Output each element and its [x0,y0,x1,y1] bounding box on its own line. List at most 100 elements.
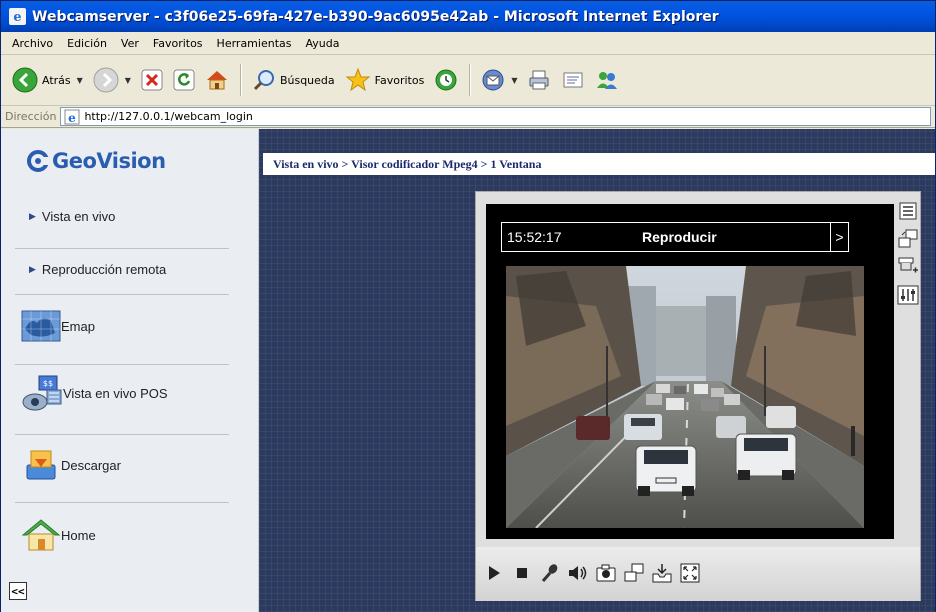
history-button[interactable] [431,63,461,97]
window-switch-button[interactable] [622,561,646,585]
microphone-button[interactable] [538,561,562,585]
collapse-sidebar-button[interactable]: << [9,582,27,600]
osd-bar: 15:52:17 Reproducir > [501,222,849,252]
page-icon: e [64,109,80,125]
menu-edicion[interactable]: Edición [60,37,114,50]
stop-button[interactable] [510,561,534,585]
ptz-camera-icon [898,257,918,273]
menu-favoritos[interactable]: Favoritos [146,37,210,50]
sidebar-item-home[interactable]: Home [21,517,96,553]
sidebar-item-vista-en-vivo-pos[interactable]: $$ Vista en vivo POS [21,374,168,412]
menu-ver[interactable]: Ver [114,37,146,50]
forward-dropdown-icon[interactable]: ▼ [125,76,131,85]
history-icon [435,69,457,91]
geovision-logo-icon [27,150,49,172]
menu-ayuda[interactable]: Ayuda [298,37,346,50]
list-view-button[interactable] [897,200,919,222]
sidebar-divider [15,434,229,435]
refresh-icon [173,69,195,91]
window-switch-icon [624,563,644,582]
fullscreen-button[interactable] [678,561,702,585]
sidebar-item-label: Descargar [61,457,121,473]
address-label: Dirección [5,110,57,123]
favorites-button[interactable]: Favoritos [342,63,428,97]
home-icon [206,71,227,90]
download-icon [26,450,56,480]
logo-text: GeoVision [52,149,166,173]
sidebar-item-label: Emap [61,318,95,334]
toolbar-separator [469,64,471,96]
address-bar: Dirección e http://127.0.0.1/webcam_logi… [1,106,935,128]
screen-frame: 15:52:17 Reproducir > [486,204,894,539]
triangle-right-icon: ▶ [29,264,36,274]
svg-text:e: e [69,111,77,125]
messenger-button[interactable] [592,63,622,97]
play-button[interactable] [482,561,506,585]
sidebar-item-emap[interactable]: Emap [21,309,95,343]
sidebar: GeoVision ▶ Vista en vivo ▶ Reproducción… [1,129,259,612]
mail-dropdown-icon[interactable]: ▼ [511,76,517,85]
forward-button[interactable]: ▼ [90,63,134,97]
sidebar-divider [15,502,229,503]
svg-text:e: e [13,10,21,25]
breadcrumb: Vista en vivo > Visor codificador Mpeg4 … [273,156,542,171]
io-control-button[interactable] [897,284,919,306]
svg-text:$$: $$ [43,379,53,388]
sidebar-divider [15,294,229,295]
star-icon [345,67,371,92]
messenger-icon [597,72,618,89]
edit-button[interactable] [558,63,588,97]
window-title: Webcamserver - c3f06e25-69fa-427e-b390-9… [32,8,719,25]
breadcrumb-bar: Vista en vivo > Visor codificador Mpeg4 … [263,153,935,175]
mail-button[interactable]: ▼ [478,63,520,97]
live-video-frame [506,266,864,528]
pos-icon: $$ [22,375,62,411]
microphone-icon [541,564,558,582]
menu-archivo[interactable]: Archivo [5,37,60,50]
favorites-label: Favoritos [374,73,425,87]
web-content: GeoVision ▶ Vista en vivo ▶ Reproducción… [1,129,935,612]
stop-icon [517,568,527,578]
home-icon [21,519,61,551]
geovision-logo: GeoVision [27,149,166,173]
browser-window: e Webcamserver - c3f06e25-69fa-427e-b390… [0,0,936,612]
print-button[interactable] [524,63,554,97]
window-switch-icon [898,229,918,248]
sidebar-divider [15,248,229,249]
sidebar-item-reproduccion-remota[interactable]: ▶ Reproducción remota [29,262,166,277]
menu-herramientas[interactable]: Herramientas [210,37,299,50]
ptz-camera-button[interactable] [897,256,919,278]
osd-time: 15:52:17 [507,229,562,245]
search-button[interactable]: Búsqueda [249,63,338,97]
stop-button[interactable] [138,63,166,97]
snapshot-button[interactable] [594,561,618,585]
camera-icon [596,564,616,582]
refresh-button[interactable] [170,63,198,97]
search-label: Búsqueda [279,73,335,87]
sidebar-item-descargar[interactable]: Descargar [21,447,121,483]
toolbar-separator [239,64,241,96]
back-dropdown-icon[interactable]: ▼ [77,76,83,85]
sidebar-item-vista-en-vivo[interactable]: ▶ Vista en vivo [29,209,115,224]
back-label: Atrás [42,73,71,87]
triangle-right-icon: ▶ [29,211,36,221]
title-bar: e Webcamserver - c3f06e25-69fa-427e-b390… [1,1,935,32]
emap-icon [21,310,61,342]
menu-bar: Archivo Edición Ver Favoritos Herramient… [1,32,935,55]
forward-arrow-icon [93,67,119,93]
stop-icon [141,69,163,91]
speaker-button[interactable] [566,561,590,585]
play-icon [489,566,500,580]
download-tray-icon [652,564,672,583]
address-field[interactable]: e http://127.0.0.1/webcam_login [60,107,931,126]
edit-icon [563,72,583,88]
window-switch-button[interactable] [897,228,919,250]
back-button[interactable]: Atrás ▼ [9,63,86,97]
io-control-icon [897,285,919,305]
back-arrow-icon [12,67,38,93]
record-download-button[interactable] [650,561,674,585]
search-icon [253,70,274,91]
home-button[interactable] [202,63,232,97]
list-icon [899,202,917,220]
osd-next-button[interactable]: > [830,223,848,251]
